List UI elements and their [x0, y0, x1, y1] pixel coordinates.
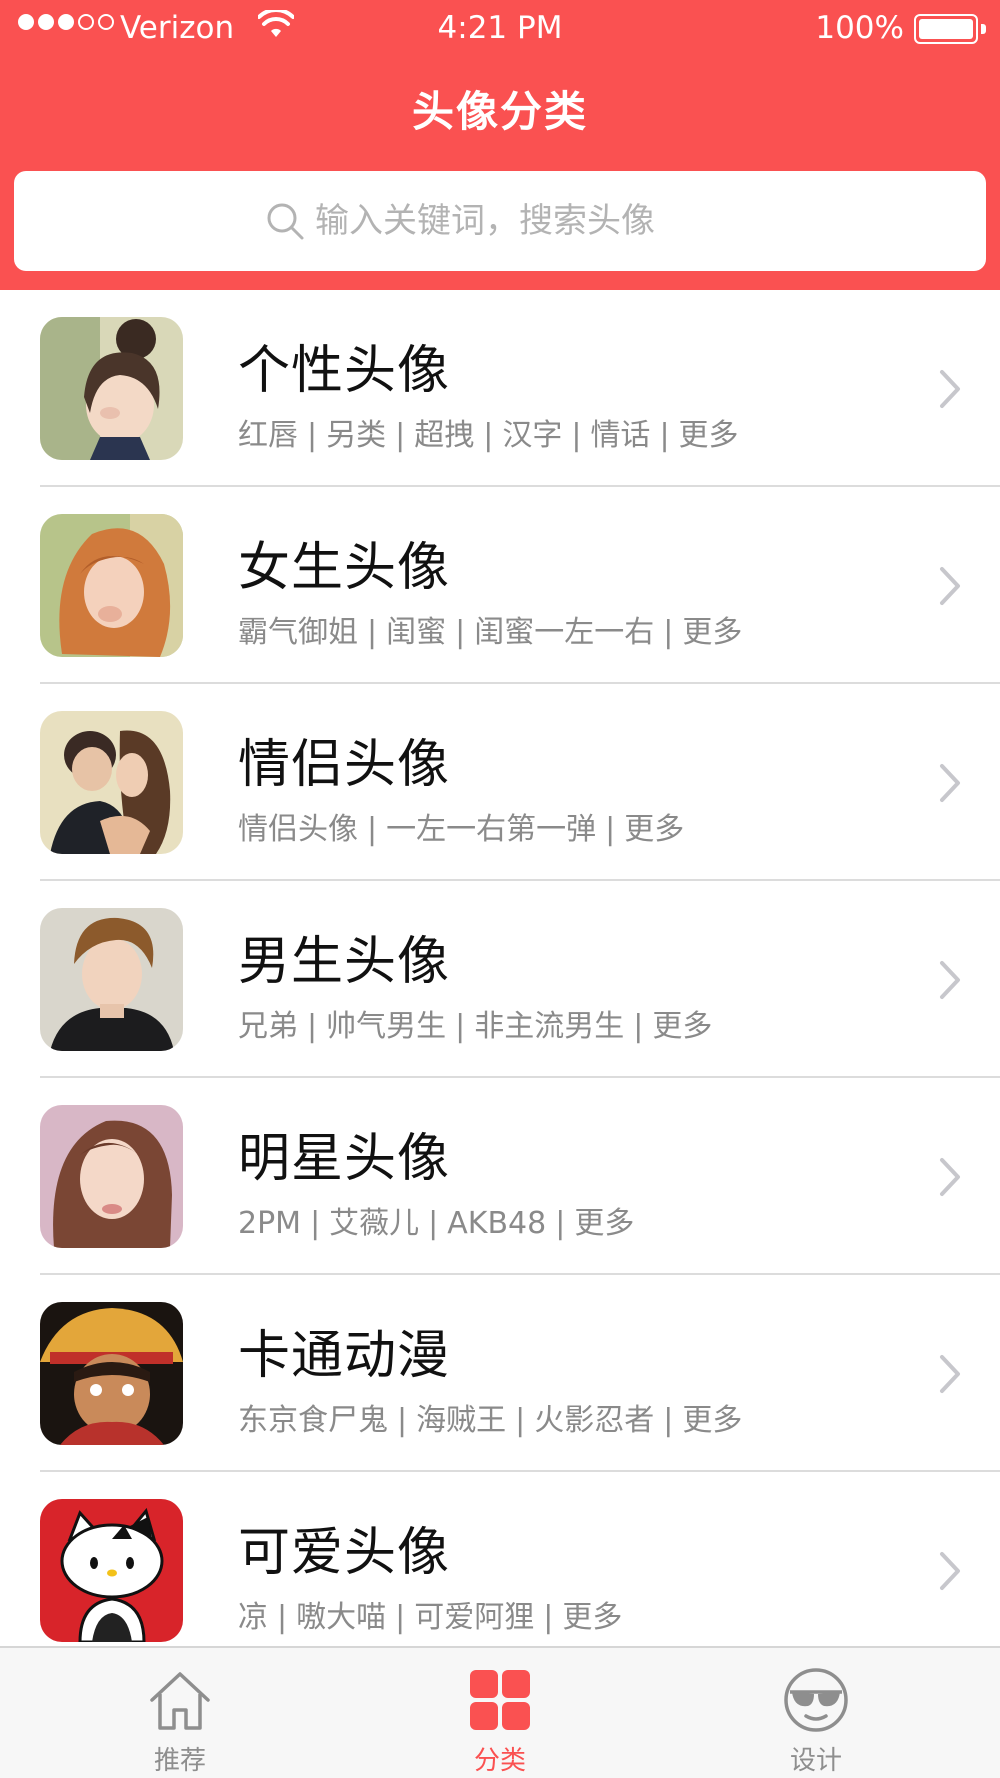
tag-link[interactable]: 超拽 [414, 418, 474, 453]
chevron-right-icon [940, 1552, 960, 1590]
tab-label: 分类 [473, 1746, 526, 1776]
avatar-girl-bun-thumbnail [40, 317, 183, 460]
tab-design[interactable]: 设计 [716, 1648, 916, 1778]
tag-link[interactable]: 2PM [238, 1206, 301, 1241]
tag-link[interactable]: 红唇 [238, 418, 298, 453]
list-item[interactable]: 女生头像 霸气御姐 | 闺蜜 | 闺蜜一左一右 | 更多 [0, 487, 1000, 684]
tag-link[interactable]: 火影忍者 [534, 1403, 654, 1438]
list-item[interactable]: 卡通动漫 东京食尸鬼 | 海贼王 | 火影忍者 | 更多 [0, 1275, 1000, 1472]
chevron-right-icon [940, 567, 960, 605]
tab-category[interactable]: 分类 [400, 1648, 600, 1778]
item-title: 可爱头像 [238, 1523, 451, 1583]
tag-link[interactable]: 艾薇儿 [329, 1206, 419, 1241]
item-title: 明星头像 [238, 1129, 451, 1189]
item-title: 男生头像 [238, 932, 451, 992]
tab-recommend[interactable]: 推荐 [80, 1648, 280, 1778]
tag-link[interactable]: 帅气男生 [326, 1009, 446, 1044]
item-tags: 霸气御姐 | 闺蜜 | 闺蜜一左一右 | 更多 [238, 615, 743, 650]
item-tags: 兄弟 | 帅气男生 | 非主流男生 | 更多 [238, 1009, 713, 1044]
header: Verizon 4:21 PM 100% 头像分类 [0, 0, 1000, 290]
list-item[interactable]: 可爱头像 凉 | 嗷大喵 | 可爱阿狸 | 更多 [0, 1472, 1000, 1669]
tab-label: 推荐 [153, 1746, 206, 1776]
battery-icon [914, 14, 986, 44]
more-link[interactable]: 更多 [682, 615, 742, 650]
page-title: 头像分类 [411, 87, 588, 136]
item-tags: 凉 | 嗷大喵 | 可爱阿狸 | 更多 [238, 1600, 623, 1635]
search-icon [267, 203, 304, 240]
tag-link[interactable]: 凉 [238, 1600, 268, 1635]
avatar-boy-thumbnail [40, 908, 183, 1051]
list-item[interactable]: 情侣头像 情侣头像 | 一左一右第一弹 | 更多 [0, 684, 1000, 881]
tag-link[interactable]: 情侣头像 [238, 812, 358, 847]
chevron-right-icon [940, 1355, 960, 1393]
list-item[interactable]: 明星头像 2PM | 艾薇儿 | AKB48 | 更多 [0, 1078, 1000, 1275]
tag-link[interactable]: 闺蜜 [386, 615, 446, 650]
tag-link[interactable]: 非主流男生 [474, 1009, 624, 1044]
tag-link[interactable]: 闺蜜一左一右 [474, 615, 654, 650]
tag-link[interactable]: 兄弟 [238, 1009, 298, 1044]
chevron-right-icon [940, 1158, 960, 1196]
more-link[interactable]: 更多 [652, 1009, 712, 1044]
avatar-couple-thumbnail [40, 711, 183, 854]
item-title: 个性头像 [238, 341, 451, 401]
sunglasses-face-icon [784, 1668, 848, 1732]
category-list: 个性头像 红唇 | 另类 | 超拽 | 汉字 | 情话 | 更多 女生头像 霸气御姐 | 闺蜜 | 闺蜜一左… [0, 290, 1000, 1669]
more-link[interactable]: 更多 [682, 1403, 742, 1438]
more-link[interactable]: 更多 [624, 812, 684, 847]
more-link[interactable]: 更多 [679, 418, 739, 453]
tag-link[interactable]: 情话 [590, 418, 650, 453]
avatar-star-thumbnail [40, 1105, 183, 1248]
item-tags: 情侣头像 | 一左一右第一弹 | 更多 [238, 812, 685, 847]
item-title: 卡通动漫 [238, 1326, 451, 1386]
list-item[interactable]: 男生头像 兄弟 | 帅气男生 | 非主流男生 | 更多 [0, 881, 1000, 1078]
item-tags: 红唇 | 另类 | 超拽 | 汉字 | 情话 | 更多 [238, 418, 739, 453]
more-link[interactable]: 更多 [562, 1600, 622, 1635]
status-bar: Verizon 4:21 PM 100% [0, 0, 1000, 56]
tag-link[interactable]: 汉字 [502, 418, 562, 453]
tab-bar: 推荐 分类 设计 [0, 1646, 1000, 1778]
tag-link[interactable]: 一左一右第一弹 [386, 812, 596, 847]
chevron-right-icon [940, 370, 960, 408]
item-title: 女生头像 [238, 538, 451, 598]
home-icon [150, 1672, 210, 1730]
list-item[interactable]: 个性头像 红唇 | 另类 | 超拽 | 汉字 | 情话 | 更多 [0, 290, 1000, 487]
more-link[interactable]: 更多 [574, 1206, 634, 1241]
tag-link[interactable]: 嗷大喵 [296, 1600, 386, 1635]
avatar-girl-curly-thumbnail [40, 514, 183, 657]
tag-link[interactable]: 可爱阿狸 [414, 1600, 534, 1635]
search-bar[interactable] [14, 171, 986, 271]
tag-link[interactable]: 海贼王 [416, 1403, 506, 1438]
item-tags: 东京食尸鬼 | 海贼王 | 火影忍者 | 更多 [238, 1403, 743, 1438]
avatar-cartoon-thumbnail [40, 1302, 183, 1445]
chevron-right-icon [940, 961, 960, 999]
grid-icon [470, 1670, 530, 1730]
tag-link[interactable]: AKB48 [447, 1206, 546, 1241]
item-title: 情侣头像 [238, 735, 451, 795]
battery-percent: 100% [815, 10, 904, 46]
tag-link[interactable]: 东京食尸鬼 [238, 1403, 388, 1438]
tab-label: 设计 [789, 1746, 842, 1776]
chevron-right-icon [940, 764, 960, 802]
search-input[interactable] [315, 201, 735, 241]
tag-link[interactable]: 另类 [326, 418, 386, 453]
avatar-kitty-thumbnail [40, 1499, 183, 1642]
tag-link[interactable]: 霸气御姐 [238, 615, 358, 650]
item-tags: 2PM | 艾薇儿 | AKB48 | 更多 [238, 1206, 635, 1241]
